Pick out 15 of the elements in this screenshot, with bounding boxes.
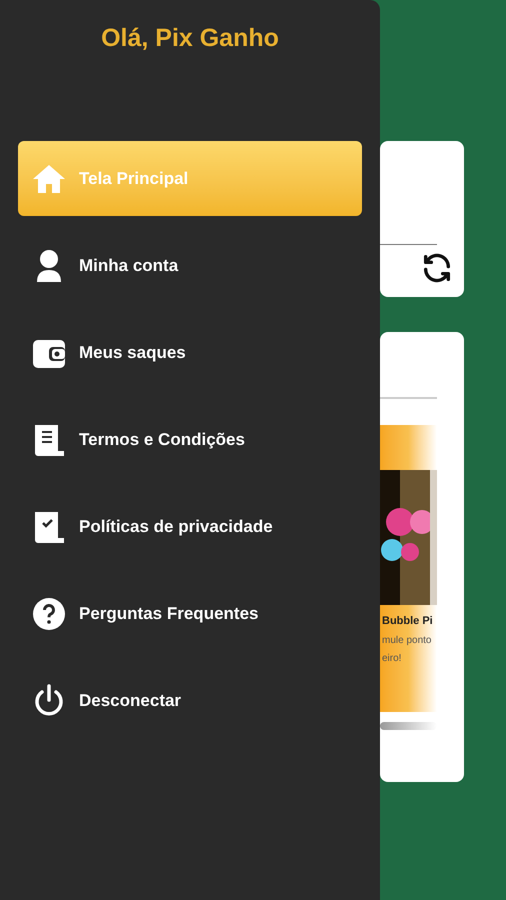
help-icon: [32, 596, 66, 630]
checked-document-icon: [32, 510, 66, 544]
menu-item[interactable]: Políticas de privacidade: [18, 489, 362, 564]
menu-item[interactable]: Termos e Condições: [18, 402, 362, 477]
greeting: Olá, Pix Ganho: [100, 23, 280, 54]
menu-item[interactable]: Desconectar: [18, 663, 362, 738]
menu-item[interactable]: Minha conta: [18, 228, 362, 303]
game-description: eiro!: [382, 652, 402, 666]
menu-item[interactable]: Meus saques: [18, 315, 362, 390]
game-description: mule ponto: [382, 634, 432, 648]
game-card[interactable]: Bubble Pi mule ponto eiro!: [380, 425, 437, 712]
menu-item[interactable]: Perguntas Frequentes: [18, 576, 362, 651]
horizontal-scrollbar: [380, 722, 437, 730]
game-title: Bubble Pi: [382, 614, 434, 629]
document-icon: [32, 422, 66, 456]
